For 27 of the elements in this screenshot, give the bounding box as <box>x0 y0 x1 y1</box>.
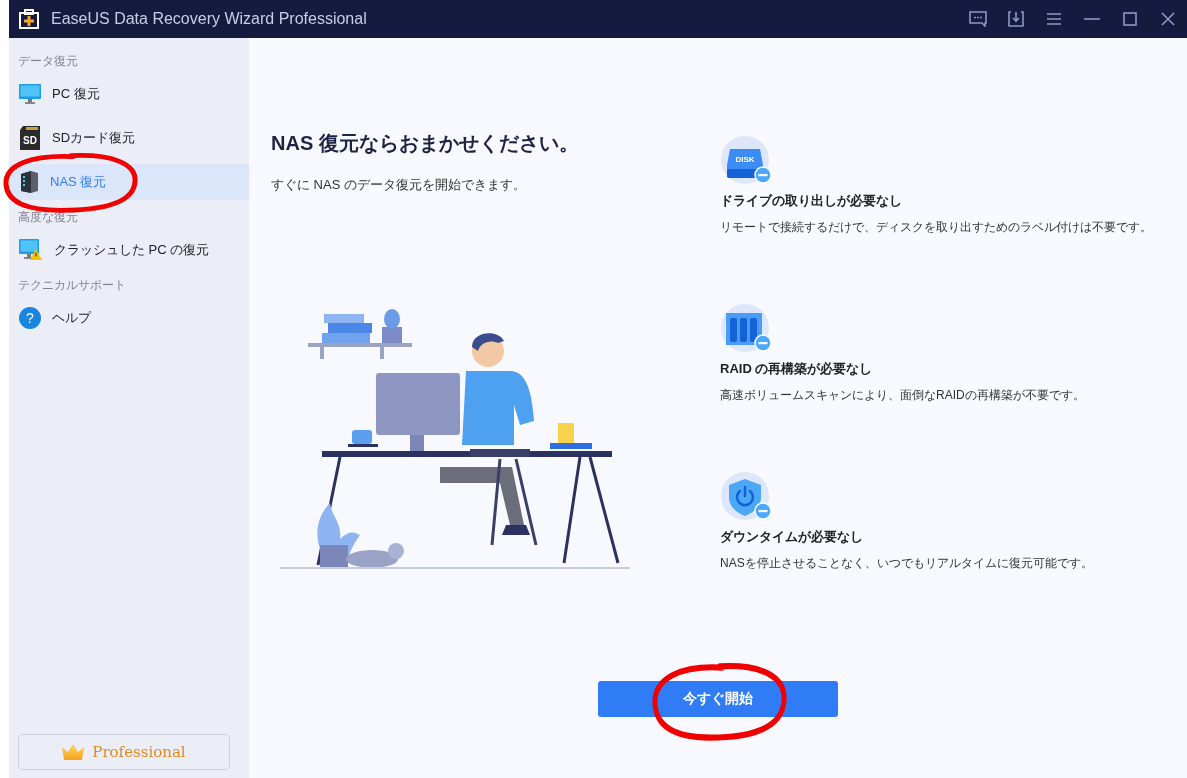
sd-card-icon: SD <box>19 126 41 150</box>
crashed-monitor-icon <box>19 239 43 261</box>
crown-icon <box>62 744 85 760</box>
sidebar-item[interactable]: ? ヘルプ <box>9 300 249 336</box>
section-label: テクニカルサポート <box>17 277 127 294</box>
sidebar-item[interactable]: PC 復元 <box>9 76 249 112</box>
nas-server-icon <box>19 171 39 193</box>
page-heading: NAS 復元ならおまかせください。 <box>271 131 580 156</box>
disk-icon: DISK <box>720 135 772 185</box>
section-label: データ復元 <box>17 53 79 70</box>
power-shield-icon <box>720 471 772 521</box>
feature-description: NASを停止させることなく、いつでもリアルタイムに復元可能です。 <box>720 555 1094 572</box>
feature-title: ドライブの取り出しが必要なし <box>720 192 903 210</box>
raid-drives-icon <box>720 303 772 353</box>
monitor-icon <box>19 84 41 104</box>
sidebar-item[interactable]: SD SDカード復元 <box>9 120 249 156</box>
page-subtitle: すぐに NAS のデータ復元を開始できます。 <box>271 176 527 194</box>
sidebar-item[interactable]: クラッシュした PC の復元 <box>9 232 249 268</box>
feature-description: リモートで接続するだけで、ディスクを取り出すためのラベル付けは不要です。 <box>720 219 1152 236</box>
app-logo-icon <box>19 9 39 29</box>
help-icon: ? <box>19 307 41 329</box>
start-now-button[interactable]: 今すぐ開始 <box>598 681 838 717</box>
window-title: EaseUS Data Recovery Wizard Professional <box>51 10 368 28</box>
feature-title: ダウンタイムが必要なし <box>720 528 864 546</box>
section-label: 高度な復元 <box>17 209 79 226</box>
feature-title: RAID の再構築が必要なし <box>720 360 874 378</box>
feature-description: 高速ボリュームスキャンにより、面倒なRAIDの再構築が不要です。 <box>720 387 1086 404</box>
